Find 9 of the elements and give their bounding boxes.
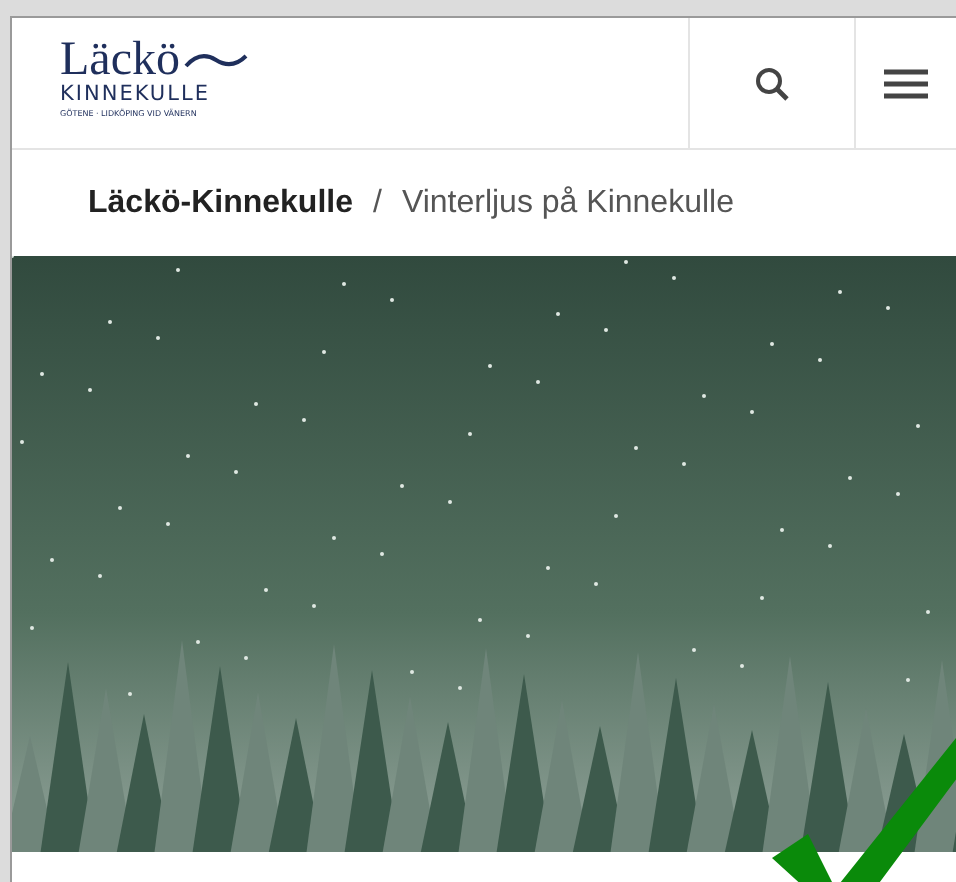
breadcrumb-separator: / — [372, 185, 382, 221]
menu-icon[interactable] — [884, 67, 928, 99]
logo-name[interactable]: Läckö — [60, 38, 180, 82]
search-icon[interactable] — [754, 65, 790, 101]
breadcrumb-link[interactable]: Läckö-Kinnekulle — [88, 185, 353, 221]
breadcrumb-current: Vinterljus på Kinnekulle — [401, 185, 734, 221]
wave-icon — [183, 50, 248, 70]
checkmark-icon — [772, 738, 956, 882]
logo-subtitle: KINNEKULLE — [60, 82, 212, 108]
